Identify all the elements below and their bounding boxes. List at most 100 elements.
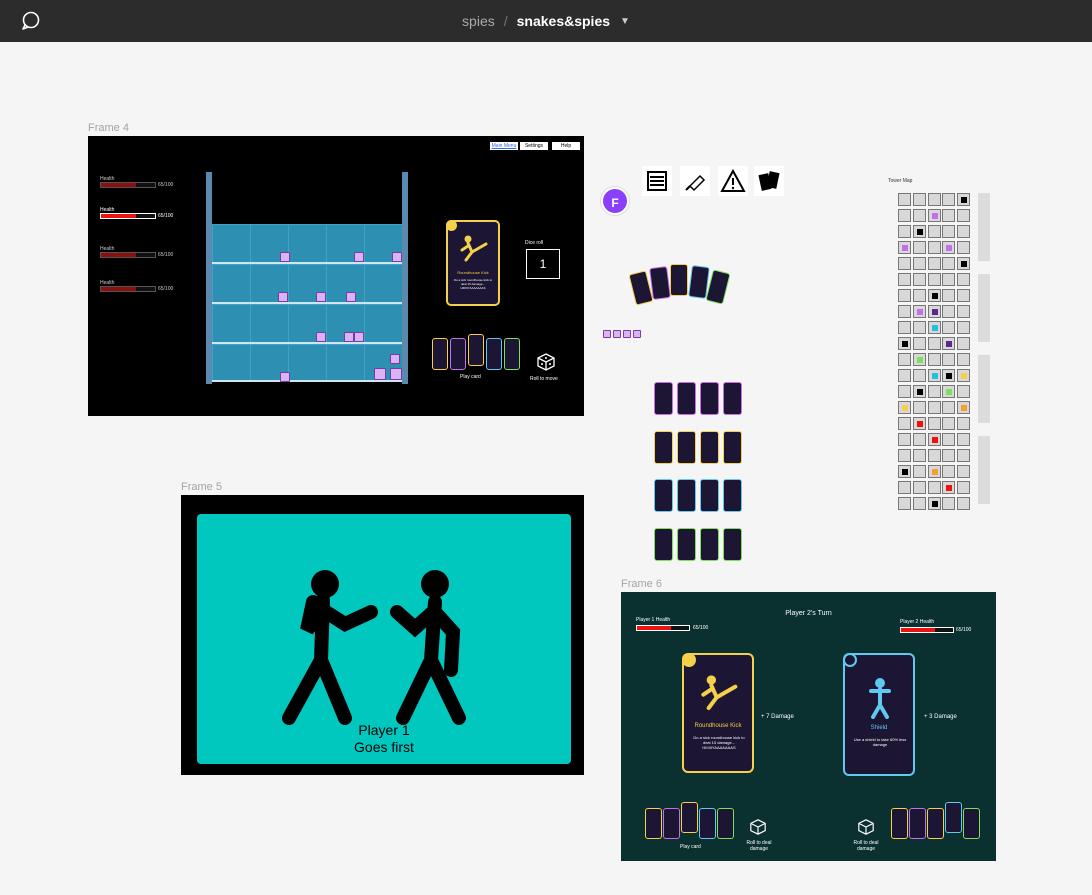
dice-icon[interactable] (749, 818, 767, 836)
warning-icon (316, 292, 326, 302)
frame-label[interactable]: Frame 5 (181, 481, 222, 493)
cards-icon[interactable] (623, 330, 631, 338)
purple-card[interactable] (700, 382, 719, 415)
project-name[interactable]: spies (462, 13, 495, 29)
green-card[interactable] (677, 528, 696, 561)
tower-map-cell (898, 385, 911, 398)
warning-icon[interactable] (633, 330, 641, 338)
fanned-card[interactable] (705, 269, 731, 305)
settings-button[interactable]: Settings (520, 142, 548, 150)
tower-map-cell (912, 337, 926, 350)
tower-map-grid[interactable] (898, 193, 976, 515)
frame-label[interactable]: Frame 4 (88, 122, 129, 134)
canvas[interactable]: spies / snakes&spies ▼ Frame 4 Main Menu… (0, 0, 1092, 895)
tower-map-cell (942, 225, 956, 238)
dice-icon[interactable] (536, 352, 556, 372)
p1-health-label: Player 1 Health (636, 617, 671, 623)
tower-map-cell (927, 433, 941, 446)
main-menu-button[interactable]: Main Menu (490, 142, 518, 150)
roundhouse-kick-card[interactable]: Roundhouse Kick Do a sick roundhouse kic… (446, 220, 500, 306)
frame-5[interactable]: Player 1 Goes first (181, 495, 584, 775)
tower-map-cell (927, 321, 941, 334)
tower-map-cell (957, 449, 971, 462)
tower-map-cell (912, 353, 926, 366)
tower-map-cell (927, 465, 941, 478)
hand-card[interactable] (945, 802, 962, 833)
blue-card[interactable] (677, 479, 696, 512)
tower-map-cell (957, 433, 971, 446)
tower-map-cell (912, 385, 926, 398)
hand-card[interactable] (699, 808, 716, 839)
user-avatar[interactable]: F (601, 187, 629, 215)
tower-map-cell (942, 273, 956, 286)
tile-icon (346, 292, 356, 302)
tower-map-cell (898, 353, 911, 366)
green-card[interactable] (654, 528, 673, 561)
blue-card[interactable] (700, 479, 719, 512)
chevron-down-icon[interactable]: ▼ (620, 16, 630, 27)
tower-map-cell (927, 289, 941, 302)
file-name[interactable]: snakes&spies (517, 13, 610, 29)
tower-map-cell (957, 337, 971, 350)
hand-card[interactable] (432, 338, 448, 370)
tower-map-cell (898, 481, 911, 494)
hand-card[interactable] (504, 338, 520, 370)
asset-tile[interactable] (718, 166, 748, 196)
green-card[interactable] (700, 528, 719, 561)
asset-tile[interactable] (642, 166, 672, 196)
fanned-card[interactable] (670, 264, 688, 296)
hand-card[interactable] (927, 808, 944, 839)
purple-card[interactable] (677, 382, 696, 415)
hand-card[interactable] (681, 802, 698, 833)
hand-card[interactable] (663, 808, 680, 839)
asset-tile[interactable] (680, 166, 710, 196)
purple-card[interactable] (723, 382, 742, 415)
tower-map-cell (912, 417, 926, 430)
tower-map-cell (912, 401, 926, 414)
floor-divider (212, 262, 402, 264)
tower-map-cell (957, 353, 971, 366)
yellow-card[interactable] (654, 431, 673, 464)
tower-map-cell (912, 241, 926, 254)
tower-map-marker (902, 469, 908, 475)
tower-map-cell (927, 193, 941, 206)
hand-card[interactable] (645, 808, 662, 839)
hand-card[interactable] (717, 808, 734, 839)
hand-card[interactable] (963, 808, 980, 839)
purple-card[interactable] (654, 382, 673, 415)
health-value: 65/100 (158, 286, 174, 292)
frame-label[interactable]: Frame 6 (621, 578, 662, 590)
yellow-card[interactable] (700, 431, 719, 464)
yellow-card[interactable] (723, 431, 742, 464)
hand-card[interactable] (486, 338, 502, 370)
list-icon[interactable] (613, 330, 621, 338)
tower-map-cell (912, 369, 926, 382)
fanned-card[interactable] (649, 266, 671, 300)
tile-icon[interactable] (603, 330, 611, 338)
yellow-card[interactable] (677, 431, 696, 464)
hand-card[interactable] (909, 808, 926, 839)
tower-map-marker (946, 389, 953, 395)
tower-map-cell (912, 449, 926, 462)
floor-divider (212, 380, 402, 382)
hand-card[interactable] (891, 808, 908, 839)
help-button[interactable]: Help (552, 142, 580, 150)
hand-card[interactable] (468, 334, 484, 366)
roundhouse-kick-card[interactable]: Roundhouse Kick Do a sick roundhouse kic… (682, 653, 754, 773)
tower-map-cell (957, 481, 971, 494)
blue-card[interactable] (723, 479, 742, 512)
shield-card[interactable]: Shield Use a shield to take 60% less dam… (843, 653, 915, 776)
blue-card[interactable] (654, 479, 673, 512)
hand-card[interactable] (450, 338, 466, 370)
frame-4[interactable]: Main Menu Settings Help Health 65/100 He… (88, 136, 584, 416)
tower-map-cell (898, 497, 911, 510)
asset-tile[interactable] (754, 166, 784, 196)
tower-map-cell (957, 321, 971, 334)
frame-6[interactable]: Player 2's Turn Player 1 Health 65/100 P… (621, 592, 996, 861)
dice-icon[interactable] (857, 818, 875, 836)
card-badge-icon (682, 653, 696, 667)
green-card[interactable] (723, 528, 742, 561)
tower-map-cell (912, 497, 926, 510)
tower-map-cell (927, 369, 941, 382)
tower-map-cell (898, 369, 911, 382)
